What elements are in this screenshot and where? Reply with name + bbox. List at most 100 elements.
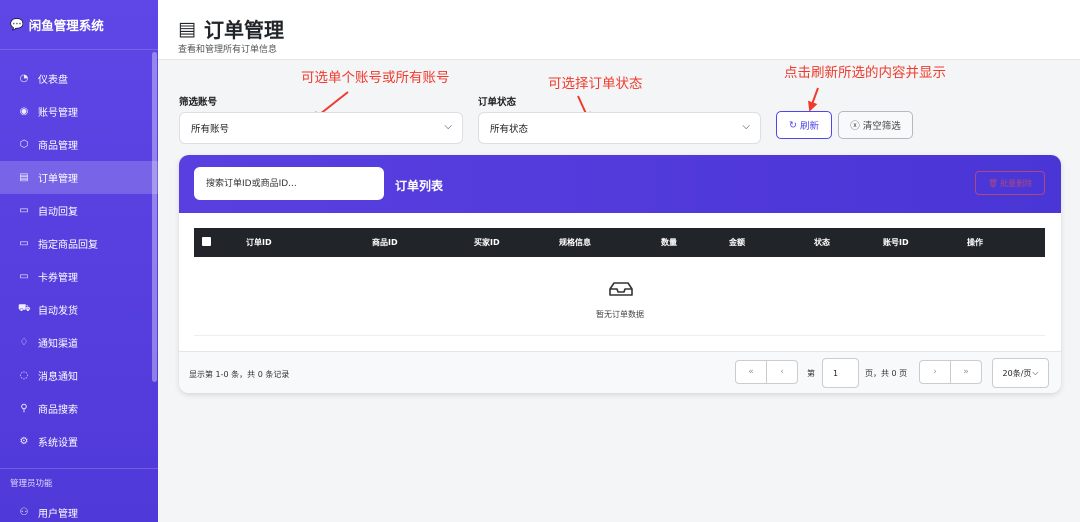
chevron-left-icon: ‹ (780, 367, 784, 377)
first-page-button[interactable]: « (735, 360, 767, 384)
account-select-value: 所有账号 (191, 124, 230, 135)
page-title: ▤ 订单管理 (178, 14, 284, 43)
account-select[interactable]: 所有账号 ⌵ (179, 112, 463, 144)
chat-bubble-icon: 💬 (10, 18, 24, 31)
admin-section-label: 管理员功能 (0, 468, 158, 496)
status-select-value: 所有状态 (490, 124, 529, 135)
page-header: ▤ 订单管理 查看和管理所有订单信息 (158, 0, 1080, 60)
orders-list-title: 订单列表 (395, 179, 444, 193)
prev-page-button[interactable]: ‹ (766, 360, 798, 384)
column-header: 状态 (814, 238, 830, 247)
column-header: 商品ID (372, 238, 398, 247)
column-header: 操作 (967, 238, 983, 247)
column-header: 账号ID (883, 238, 909, 247)
bell-icon: ♢ (19, 337, 29, 348)
status-select[interactable]: 所有状态 ⌵ (478, 112, 761, 144)
message-square-icon: ▭ (19, 205, 29, 216)
page-prefix: 第 (807, 369, 815, 378)
admin-nav: ⚇ 用户管理 (0, 496, 158, 522)
column-header: 买家ID (474, 238, 500, 247)
order-search-input[interactable] (194, 167, 384, 200)
double-chevron-left-icon: « (748, 367, 754, 377)
page-title-text: 订单管理 (203, 18, 284, 42)
status-filter-label: 订单状态 (478, 97, 517, 108)
pagination-info: 显示第 1-0 条，共 0 条记录 (189, 370, 290, 379)
arrow-refresh (808, 87, 819, 112)
column-header: 金额 (729, 238, 745, 247)
users-icon: ⚇ (19, 507, 29, 518)
annotation-status: 可选择订单状态 (548, 76, 643, 92)
chevron-right-icon: › (933, 367, 937, 377)
batch-delete-label: 批量删除 (1000, 178, 1033, 188)
sidebar-item-4[interactable]: ▭ 自动回复 (0, 194, 158, 227)
select-all-checkbox[interactable] (202, 237, 211, 246)
refresh-icon: ↻ (789, 119, 797, 131)
double-chevron-right-icon: » (963, 367, 969, 377)
sidebar-item-1[interactable]: ◉ 账号管理 (0, 95, 158, 128)
refresh-button[interactable]: ↻ 刷新 (776, 111, 832, 139)
sidebar-item-11[interactable]: ⚙ 系统设置 (0, 425, 158, 458)
sidebar-item-label: 订单管理 (38, 174, 78, 185)
last-page-button[interactable]: » (950, 360, 982, 384)
truck-icon: ⛟ (18, 303, 31, 314)
sidebar-item-0[interactable]: ◔ 仪表盘 (0, 62, 158, 95)
chat-dots-icon: ◌ (19, 370, 29, 381)
page-size-select[interactable]: 20条/页 ⌵ (992, 358, 1049, 388)
page-suffix: 页，共 0 页 (865, 369, 908, 378)
next-page-button[interactable]: › (919, 360, 951, 384)
refresh-label: 刷新 (799, 121, 819, 132)
account-filter-label: 筛选账号 (179, 97, 218, 108)
sidebar-item-label: 自动回复 (38, 207, 78, 218)
trash-icon: 🗑 (987, 178, 999, 188)
sidebar-item-10[interactable]: ⚲ 商品搜索 (0, 392, 158, 425)
sidebar-item-admin-0[interactable]: ⚇ 用户管理 (0, 496, 158, 522)
receipt-icon: ▤ (178, 17, 196, 40)
sidebar-item-5[interactable]: ▭ 指定商品回复 (0, 227, 158, 260)
sidebar-item-label: 用户管理 (38, 509, 78, 520)
sidebar-item-9[interactable]: ◌ 消息通知 (0, 359, 158, 392)
sidebar-item-label: 通知渠道 (38, 339, 78, 350)
sidebar-item-3[interactable]: ▤ 订单管理 (0, 161, 158, 194)
chevron-down-icon: ⌵ (742, 121, 750, 132)
user-circle-icon: ◉ (19, 106, 29, 117)
sidebar-item-label: 账号管理 (38, 108, 78, 119)
chevron-down-icon: ⌵ (1032, 368, 1039, 377)
sidebar-item-label: 商品管理 (38, 141, 78, 152)
sidebar-item-7[interactable]: ⛟ 自动发货 (0, 293, 158, 326)
chevron-down-icon: ⌵ (444, 121, 452, 132)
column-header: 订单ID (246, 238, 272, 247)
receipt-icon: ▤ (19, 172, 29, 183)
sidebar-item-label: 指定商品回复 (38, 240, 98, 251)
brand[interactable]: 💬 闲鱼管理系统 (0, 0, 158, 50)
sidebar-item-2[interactable]: ⬡ 商品管理 (0, 128, 158, 161)
sidebar-item-label: 系统设置 (38, 438, 78, 449)
page-number-input[interactable]: 1 (822, 358, 859, 388)
orders-table-header: 订单ID 商品ID 买家ID 规格信息 数量 金额 状态 账号ID 操作 (194, 228, 1045, 257)
page-size-value: 20条/页 (1002, 368, 1032, 378)
box-icon: ⬡ (19, 139, 29, 150)
search-icon: ⚲ (20, 403, 28, 414)
pagination-bar: 显示第 1-0 条，共 0 条记录 « ‹ 第 1 页，共 0 页 › » 20… (179, 351, 1061, 393)
clear-filter-label: 清空筛选 (862, 121, 901, 132)
sidebar-item-6[interactable]: ▭ 卡券管理 (0, 260, 158, 293)
gear-icon: ⚙ (19, 436, 29, 447)
divider (194, 335, 1045, 336)
sidebar-item-label: 自动发货 (38, 306, 78, 317)
column-header: 数量 (661, 238, 677, 247)
sidebar-item-label: 消息通知 (38, 372, 78, 383)
batch-delete-button[interactable]: 🗑 批量删除 (975, 171, 1045, 195)
clear-filter-button[interactable]: ⓧ 清空筛选 (838, 111, 913, 139)
empty-state-text: 暂无订单数据 (596, 310, 644, 319)
orders-card: 订单列表 🗑 批量删除 订单ID 商品ID 买家ID 规格信息 数量 金额 状态 账号ID 操作… (179, 155, 1061, 393)
close-circle-icon: ⓧ (850, 121, 860, 132)
orders-card-header: 订单列表 🗑 批量删除 (179, 155, 1061, 213)
dashboard-icon: ◔ (19, 73, 29, 84)
column-header: 规格信息 (559, 238, 591, 247)
app-title: 闲鱼管理系统 (28, 18, 104, 33)
message-text-icon: ▭ (19, 238, 29, 249)
sidebar-scrollbar[interactable] (152, 52, 157, 382)
credit-card-icon: ▭ (19, 271, 29, 282)
sidebar-item-label: 商品搜索 (38, 405, 78, 416)
sidebar-item-8[interactable]: ♢ 通知渠道 (0, 326, 158, 359)
annotation-account: 可选单个账号或所有账号 (301, 70, 450, 86)
